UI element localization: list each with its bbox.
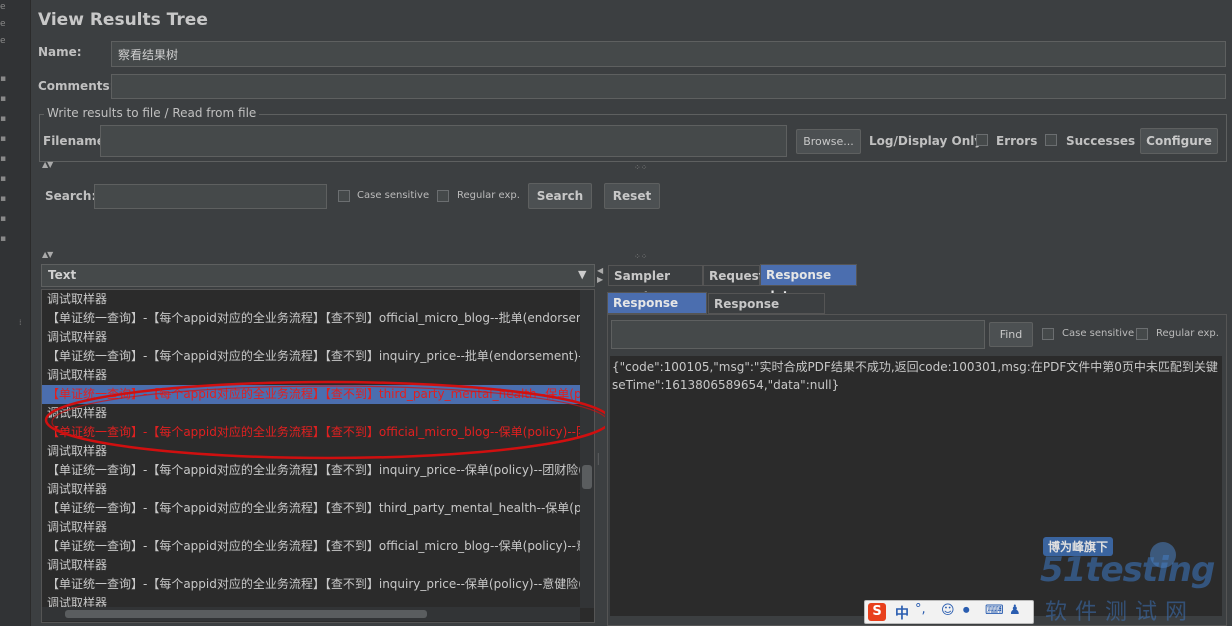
filename-label: Filename <box>43 134 105 148</box>
tree-item[interactable]: 【单证统一查询】-【每个appid对应的全业务流程】【查不到】inquiry_p… <box>47 347 580 366</box>
subtab-response-body[interactable]: Response Body <box>607 292 707 331</box>
search-case-sensitive-checkbox[interactable] <box>338 190 350 202</box>
renderer-select-value: Text <box>48 268 77 282</box>
successes-checkbox[interactable] <box>1045 134 1057 146</box>
splitter-grip-icon[interactable]: ⁘⁘ <box>634 252 647 261</box>
watermark-logo-icon <box>1150 542 1176 568</box>
renderer-select[interactable]: Text <box>41 264 595 287</box>
tab-response-data[interactable]: Response data <box>760 264 857 303</box>
page-title: View Results Tree <box>38 10 208 30</box>
reset-button[interactable]: Reset <box>604 183 660 209</box>
ime-microphone-icon[interactable]: ⏺ <box>963 603 970 618</box>
tree-item[interactable]: 调试取样器 <box>47 328 580 347</box>
find-case-sensitive-checkbox[interactable] <box>1042 328 1054 340</box>
ime-logo-icon: S <box>868 603 886 621</box>
sidebar-glyph: e <box>0 19 6 29</box>
sidebar-glyph: e <box>0 2 6 12</box>
comments-label: Comments: <box>38 79 115 93</box>
sidebar-glyph: ▪ <box>0 134 7 144</box>
search-regex-label: Regular exp. <box>457 190 520 201</box>
search-case-sensitive-label: Case sensitive <box>357 190 430 201</box>
ime-emoji-icon[interactable]: ☺ <box>941 603 955 618</box>
find-regex-checkbox[interactable] <box>1136 328 1148 340</box>
sidebar-glyph: ▪ <box>0 94 7 104</box>
ime-keyboard-icon[interactable]: ⌨ <box>985 603 1004 618</box>
tree-vertical-scroll-thumb[interactable] <box>582 465 592 489</box>
search-regex-checkbox[interactable] <box>437 190 449 202</box>
find-case-sensitive-label: Case sensitive <box>1062 328 1135 339</box>
tree-item[interactable]: 【单证统一查询】-【每个appid对应的全业务流程】【查不到】official_… <box>47 309 580 328</box>
subtab-response-headers[interactable]: Response headers <box>708 293 825 332</box>
successes-label: Successes <box>1066 134 1136 148</box>
tree-item[interactable]: 调试取样器 <box>47 556 580 575</box>
sidebar-glyph: ▪ <box>0 114 7 124</box>
errors-label: Errors <box>996 134 1038 148</box>
tree-item[interactable]: 【单证统一查询】-【每个appid对应的全业务流程】【查不到】third_par… <box>47 499 580 518</box>
splitter-grip-icon[interactable]: ⁘⁘ <box>634 163 647 172</box>
ime-punctuation-icon[interactable]: °, <box>915 602 926 617</box>
tab-sampler-result[interactable]: Sampler result <box>608 265 703 304</box>
filename-input[interactable] <box>100 125 787 157</box>
left-sidebar-strip: e e e ▪ ▪ ▪ ▪ ▪ ▪ ▪ ▪ ▪ ⁞ <box>0 0 31 626</box>
tree-item[interactable]: 调试取样器 <box>47 290 580 309</box>
watermark-subtitle: 软件测试网 <box>1045 600 1196 625</box>
tree-item[interactable]: 调试取样器 <box>47 518 580 537</box>
file-group-legend: Write results to file / Read from file <box>44 106 260 120</box>
errors-checkbox[interactable] <box>976 134 988 146</box>
expand-arrows-icon[interactable]: ◀ ▶ <box>597 266 603 284</box>
ime-user-icon[interactable]: ♟ <box>1009 603 1021 618</box>
ime-chinese-mode[interactable]: 中 <box>895 603 909 623</box>
tree-horizontal-scroll-thumb[interactable] <box>65 610 427 618</box>
search-input[interactable] <box>94 184 327 209</box>
splitter-grip[interactable]: ⁞ <box>19 318 22 327</box>
log-display-label: Log/Display Only: <box>869 134 987 148</box>
search-button[interactable]: Search <box>528 183 592 209</box>
sidebar-glyph: ▪ <box>0 174 7 184</box>
sidebar-glyph: ▪ <box>0 214 7 224</box>
search-label: Search: <box>45 189 97 203</box>
response-body-line-1: {"code":100105,"msg":"实时合成PDF结果不成功,返回cod… <box>612 360 1218 374</box>
sidebar-glyph: e <box>0 36 6 46</box>
sidebar-glyph: ▪ <box>0 154 7 164</box>
tree-item[interactable]: 调试取样器 <box>47 480 580 499</box>
name-label: Name: <box>38 45 82 59</box>
sidebar-glyph: ▪ <box>0 74 7 84</box>
collapse-arrows-icon[interactable]: ▲▼ <box>42 250 53 259</box>
watermark-brand: 51testing <box>1040 550 1215 590</box>
sidebar-glyph: ▪ <box>0 234 7 244</box>
annotation-ellipse <box>44 380 612 460</box>
find-input[interactable] <box>611 320 985 349</box>
name-input[interactable]: 察看结果树 <box>111 41 1226 67</box>
tree-item[interactable]: 【单证统一查询】-【每个appid对应的全业务流程】【查不到】official_… <box>47 537 580 556</box>
comments-input[interactable] <box>111 74 1226 99</box>
response-body-line-2: seTime":1613806589654,"data":null} <box>612 378 840 392</box>
find-button[interactable]: Find <box>989 322 1033 347</box>
tab-request[interactable]: Request <box>703 265 765 286</box>
find-regex-label: Regular exp. <box>1156 328 1219 339</box>
ime-toolbar[interactable]: S 中 °, ☺ ⏺ ⌨ ♟ <box>864 600 1034 624</box>
tree-item[interactable]: 【单证统一查询】-【每个appid对应的全业务流程】【查不到】inquiry_p… <box>47 575 580 594</box>
configure-button[interactable]: Configure <box>1140 128 1218 154</box>
sidebar-glyph: ▪ <box>0 194 7 204</box>
browse-button[interactable]: Browse... <box>796 129 861 154</box>
collapse-arrows-icon[interactable]: ▲▼ <box>42 160 53 169</box>
chevron-down-icon[interactable]: ▼ <box>578 268 586 281</box>
